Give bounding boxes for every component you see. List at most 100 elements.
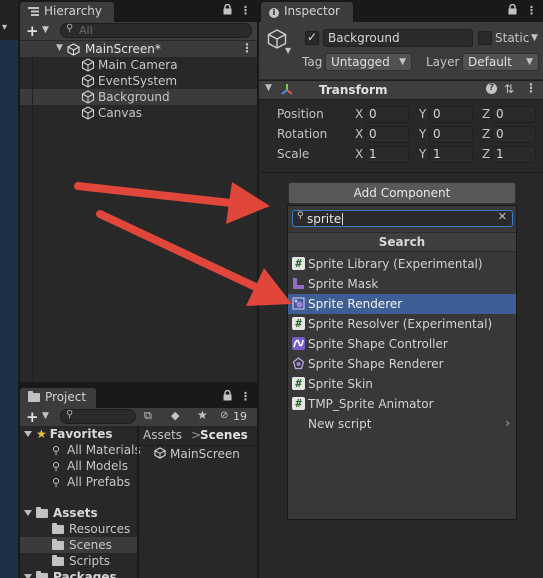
search-icon: ⚲: [66, 23, 74, 34]
active-checkbox[interactable]: [305, 30, 319, 45]
project-splitter[interactable]: [137, 426, 139, 578]
breadcrumb-root[interactable]: Assets: [143, 428, 182, 442]
hidden-packages-icon[interactable]: ⊘: [220, 410, 228, 421]
scale-y-field[interactable]: 1: [429, 146, 473, 163]
scene-view-background: [0, 40, 18, 578]
project-toolbar: + ▼ ⚲ ⧉ ◆ ★ ⊘ 19: [20, 408, 257, 426]
breadcrumb: Assets > Scenes: [139, 426, 257, 446]
position-z-field[interactable]: 0: [492, 106, 536, 123]
chevron-down-icon[interactable]: ▼: [285, 46, 291, 55]
hierarchy-item[interactable]: Canvas: [20, 105, 257, 121]
more-options-icon[interactable]: ⋮: [526, 4, 537, 17]
x-axis-label: X: [355, 127, 364, 141]
layer-dropdown[interactable]: Default ▼: [462, 53, 539, 71]
sprite-shape-controller-icon: [292, 337, 305, 350]
transform-header[interactable]: ▼ Transform ? ⇅ ⋮: [259, 80, 543, 100]
static-checkbox[interactable]: [478, 31, 492, 45]
folder-icon: [52, 555, 64, 566]
expand-arrow-icon[interactable]: ▼: [56, 43, 63, 53]
rotation-z-field[interactable]: 0: [492, 126, 536, 143]
position-row: Position X 0 Y 0 Z 0: [259, 106, 543, 124]
expand-arrow-icon[interactable]: ▼: [265, 83, 272, 93]
chevron-down-icon[interactable]: ▼: [531, 33, 538, 43]
new-script-item[interactable]: New script ›: [288, 414, 516, 434]
expand-arrow-icon[interactable]: [24, 510, 32, 516]
position-x-field[interactable]: 0: [365, 106, 409, 123]
expand-arrow-icon[interactable]: [24, 431, 32, 437]
inspector-tab-bar: i Inspector ⋮: [259, 0, 543, 22]
chevron-down-icon[interactable]: ▼: [42, 25, 49, 35]
favorites-item[interactable]: ⚲ All Materials: [52, 443, 141, 457]
component-item[interactable]: # Sprite Skin: [288, 374, 516, 394]
more-options-icon[interactable]: ⋮: [240, 390, 251, 403]
object-header: ▼ Background Static ▼ Tag Untagged ▼ Laye…: [259, 22, 543, 79]
hierarchy-item[interactable]: EventSystem: [20, 73, 257, 89]
add-component-button[interactable]: Add Component: [288, 182, 516, 204]
lock-icon[interactable]: [223, 3, 232, 18]
component-item[interactable]: # Sprite Resolver (Experimental): [288, 314, 516, 334]
component-search-input[interactable]: ⚲ sprite ✕: [292, 210, 513, 227]
scene-more-icon[interactable]: ⋮: [241, 41, 253, 55]
chevron-down-icon[interactable]: ▼: [42, 411, 49, 421]
expand-arrow-icon[interactable]: [24, 574, 32, 578]
gameobject-cube-icon: [81, 58, 95, 72]
scale-z-field[interactable]: 1: [492, 146, 536, 163]
create-asset-icon[interactable]: +: [26, 408, 39, 426]
tag-dropdown[interactable]: Untagged ▼: [325, 53, 412, 71]
search-by-type-icon[interactable]: ⧉: [144, 409, 152, 423]
object-name-field[interactable]: Background: [323, 29, 473, 47]
favorites-item-label: All Materials: [67, 443, 141, 457]
lock-icon[interactable]: [508, 3, 517, 18]
asset-folder[interactable]: Scripts: [52, 554, 110, 568]
component-separator: [259, 172, 543, 173]
rotation-x-field[interactable]: 0: [365, 126, 409, 143]
component-item[interactable]: Sprite Mask: [288, 274, 516, 294]
favorites-star-icon[interactable]: ★: [197, 408, 208, 422]
help-icon[interactable]: ?: [486, 83, 497, 94]
packages-header[interactable]: Packages: [24, 570, 117, 578]
layer-label: Layer: [426, 55, 460, 69]
hierarchy-item-selected[interactable]: Background: [20, 89, 257, 105]
project-search-input[interactable]: ⚲: [60, 409, 136, 424]
rotation-y-field[interactable]: 0: [429, 126, 473, 143]
lock-icon[interactable]: [223, 389, 232, 404]
inspector-tab[interactable]: i Inspector: [261, 2, 353, 22]
script-hash-icon: #: [292, 317, 305, 330]
breadcrumb-current[interactable]: Scenes: [200, 428, 248, 442]
hidden-packages-count: 19: [233, 410, 247, 423]
component-item[interactable]: Sprite Shape Renderer: [288, 354, 516, 374]
favorites-header[interactable]: ★ Favorites: [24, 427, 112, 441]
search-icon: ⚲: [297, 211, 304, 221]
hierarchy-search-input[interactable]: ⚲ All: [60, 23, 252, 38]
asset-folder-selected[interactable]: Scenes: [20, 537, 137, 553]
tag-label: Tag: [302, 55, 323, 69]
hierarchy-item-label: EventSystem: [98, 74, 178, 88]
project-tab[interactable]: Project: [20, 388, 96, 408]
project-file[interactable]: MainScreen: [154, 447, 240, 461]
position-label: Position: [277, 107, 324, 121]
asset-folder[interactable]: Resources: [52, 522, 130, 536]
search-by-label-icon[interactable]: ◆: [171, 409, 179, 422]
position-y-field[interactable]: 0: [429, 106, 473, 123]
script-hash-icon: #: [292, 397, 305, 410]
favorites-item[interactable]: ⚲ All Models: [52, 459, 128, 473]
add-object-icon[interactable]: +: [26, 22, 39, 40]
presets-icon[interactable]: ⇅: [504, 82, 514, 96]
clear-search-icon[interactable]: ✕: [498, 210, 507, 223]
scale-x-field[interactable]: 1: [365, 146, 409, 163]
component-item[interactable]: # TMP_Sprite Animator: [288, 394, 516, 414]
assets-label: Assets: [53, 506, 98, 520]
more-options-icon[interactable]: ⋮: [240, 4, 251, 17]
component-menu-icon[interactable]: ⋮: [525, 81, 537, 95]
hierarchy-tab[interactable]: Hierarchy: [20, 2, 114, 22]
project-panel: Project ⋮ + ▼ ⚲ ⧉ ◆ ★ ⊘ 19 ★ Favorites ⚲ A…: [20, 386, 257, 578]
assets-header[interactable]: Assets: [24, 506, 98, 520]
component-item[interactable]: Sprite Shape Controller: [288, 334, 516, 354]
hierarchy-item[interactable]: Main Camera: [20, 57, 257, 73]
dropdown-arrow-icon[interactable]: ▾: [2, 22, 7, 33]
favorites-item[interactable]: ⚲ All Prefabs: [52, 475, 130, 489]
component-item[interactable]: # Sprite Library (Experimental): [288, 254, 516, 274]
component-item-selected[interactable]: Sprite Renderer: [288, 294, 516, 314]
scene-row[interactable]: ▼ MainScreen* ⋮: [20, 41, 257, 57]
component-item-label: Sprite Mask: [308, 277, 379, 291]
